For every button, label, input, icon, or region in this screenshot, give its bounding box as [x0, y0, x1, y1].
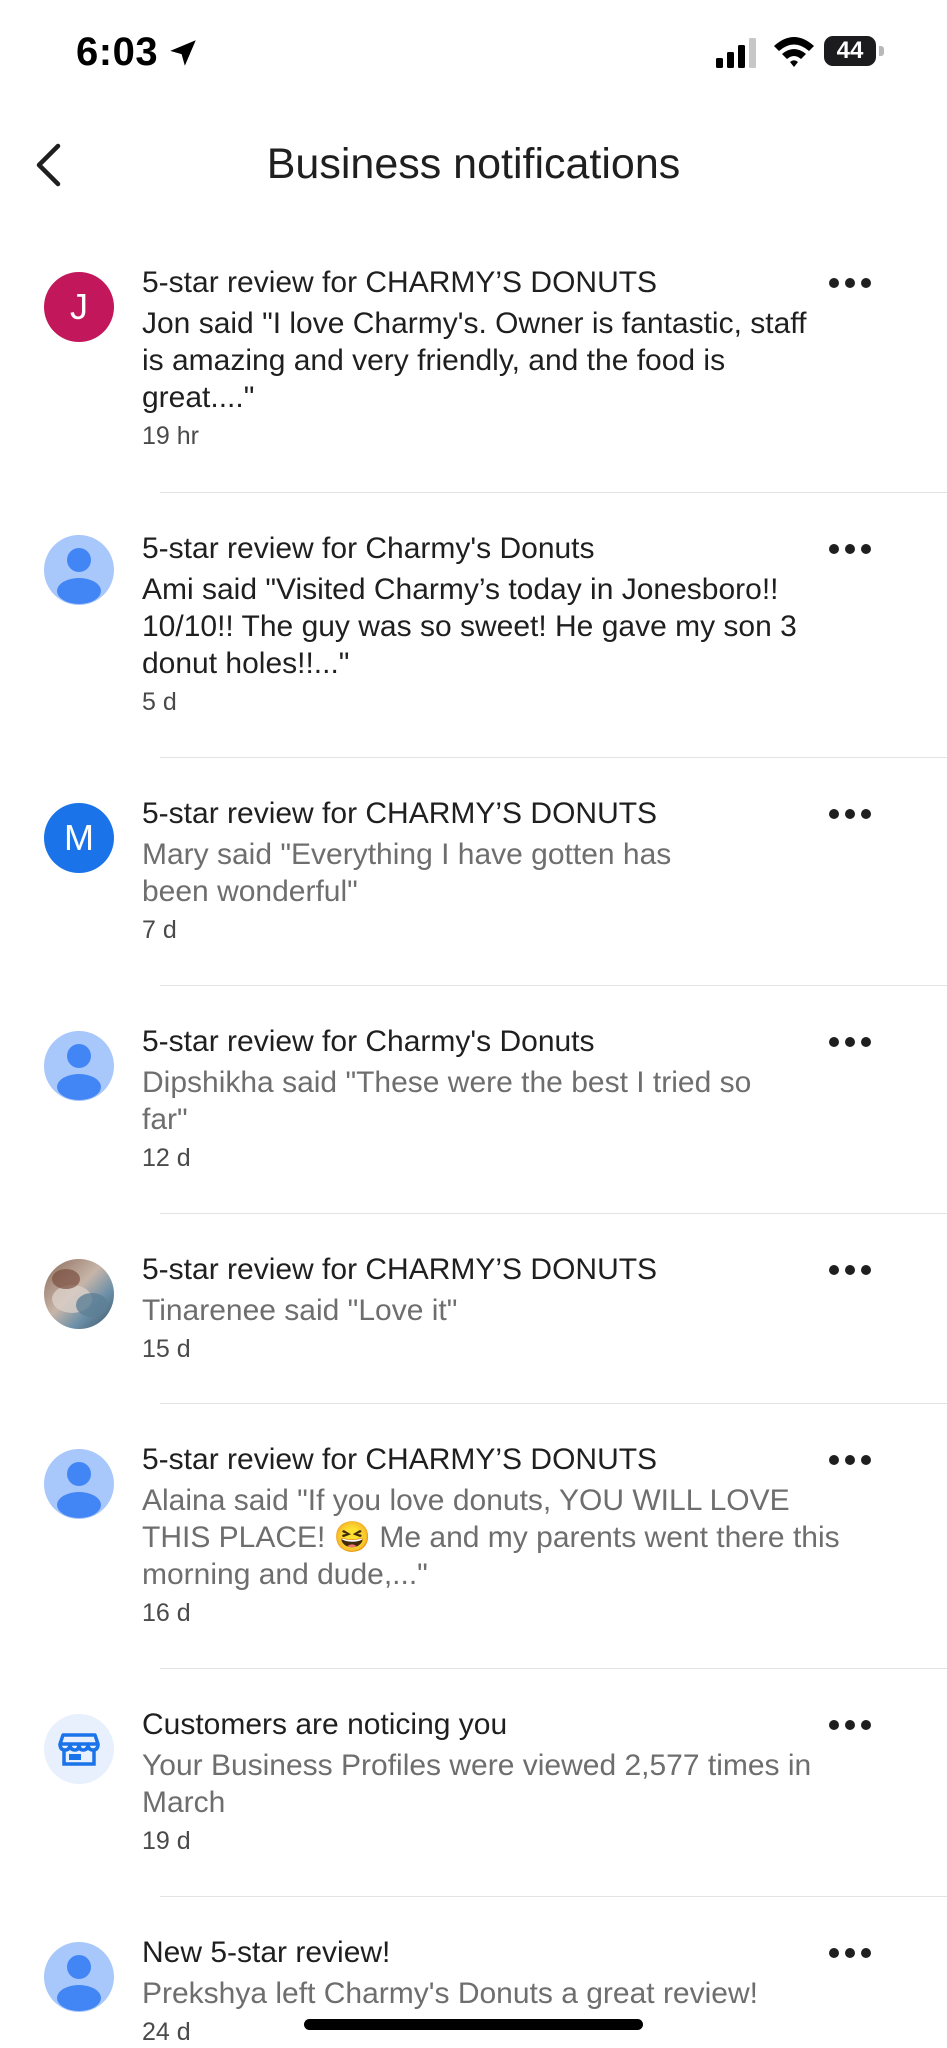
more-options-icon[interactable] — [828, 1032, 872, 1052]
notification-body: Prekshya left Charmy's Donuts a great re… — [142, 1977, 758, 2010]
page-title: Business notifications — [266, 140, 681, 188]
notification-body: Ami said "Visited Charmy’s today in Jone… — [142, 573, 797, 680]
avatar: M — [44, 803, 114, 873]
notification-time: 16 d — [142, 1599, 191, 1627]
avatar — [44, 535, 114, 605]
profile-photo — [52, 1269, 108, 1317]
notification-body: Your Business Profiles were viewed 2,577… — [142, 1749, 812, 1819]
wifi-icon — [774, 37, 814, 67]
notification-item[interactable]: 5-star review for CHARMY’S DONUTS Tinare… — [0, 1214, 947, 1404]
notification-body: Tinarenee said "Love it" — [142, 1294, 458, 1327]
more-options-icon[interactable] — [828, 539, 872, 559]
avatar — [44, 1259, 114, 1329]
notification-item[interactable]: Customers are noticing you Your Business… — [0, 1669, 947, 1897]
notification-item[interactable]: 5-star review for CHARMY’S DONUTS Alaina… — [0, 1404, 947, 1669]
avatar — [44, 1031, 114, 1101]
notification-time: 12 d — [142, 1144, 191, 1172]
person-icon — [57, 1462, 101, 1518]
location-arrow-icon — [170, 40, 196, 66]
notification-item[interactable]: 5-star review for Charmy's Donuts Dipshi… — [0, 986, 947, 1214]
person-icon — [57, 1955, 101, 2011]
more-options-icon[interactable] — [828, 1450, 872, 1470]
notification-title: Customers are noticing you — [142, 1708, 508, 1741]
notification-body: Jon said "I love Charmy's. Owner is fant… — [142, 307, 807, 414]
app-header: Business notifications — [0, 120, 947, 210]
notification-time: 5 d — [142, 688, 177, 716]
avatar — [44, 1449, 114, 1519]
notification-body: Mary said "Everything I have gotten has … — [142, 838, 672, 908]
notification-title: 5-star review for CHARMY’S DONUTS — [142, 797, 658, 830]
more-options-icon[interactable] — [828, 1715, 872, 1735]
notification-title: 5-star review for Charmy's Donuts — [142, 1025, 595, 1058]
more-options-icon[interactable] — [828, 1260, 872, 1280]
notification-item[interactable]: M 5-star review for CHARMY’S DONUTS Mary… — [0, 758, 947, 986]
home-indicator[interactable] — [304, 2019, 643, 2030]
avatar — [44, 1714, 114, 1784]
notification-title: 5-star review for CHARMY’S DONUTS — [142, 1253, 658, 1286]
person-icon — [57, 1044, 101, 1100]
notification-title: 5-star review for Charmy's Donuts — [142, 532, 595, 565]
notification-title: 5-star review for CHARMY’S DONUTS — [142, 266, 658, 299]
notification-body: Dipshikha said "These were the best I tr… — [142, 1066, 752, 1136]
status-time: 6:03 — [76, 30, 159, 74]
notification-item[interactable]: J 5-star review for CHARMY’S DONUTS Jon … — [0, 240, 947, 493]
notification-title: New 5-star review! — [142, 1936, 391, 1969]
notification-time: 15 d — [142, 1335, 191, 1363]
storefront-icon — [58, 1733, 100, 1766]
more-options-icon[interactable] — [828, 273, 872, 293]
avatar — [44, 1942, 114, 2012]
status-bar: 6:03 44 — [0, 0, 947, 108]
more-options-icon[interactable] — [828, 1943, 872, 1963]
notification-body: Alaina said "If you love donuts, YOU WIL… — [142, 1484, 840, 1591]
more-options-icon[interactable] — [828, 804, 872, 824]
person-icon — [57, 548, 101, 604]
notification-list: J 5-star review for CHARMY’S DONUTS Jon … — [0, 240, 947, 2047]
notification-time: 19 d — [142, 1827, 191, 1855]
notification-time: 19 hr — [142, 422, 199, 450]
notification-time: 7 d — [142, 916, 177, 944]
notification-title: 5-star review for CHARMY’S DONUTS — [142, 1443, 658, 1476]
battery-indicator: 44 — [824, 36, 886, 68]
battery-level: 44 — [836, 37, 864, 64]
notification-item[interactable]: 5-star review for Charmy's Donuts Ami sa… — [0, 493, 947, 758]
cellular-signal-icon — [716, 38, 756, 68]
avatar: J — [44, 272, 114, 342]
